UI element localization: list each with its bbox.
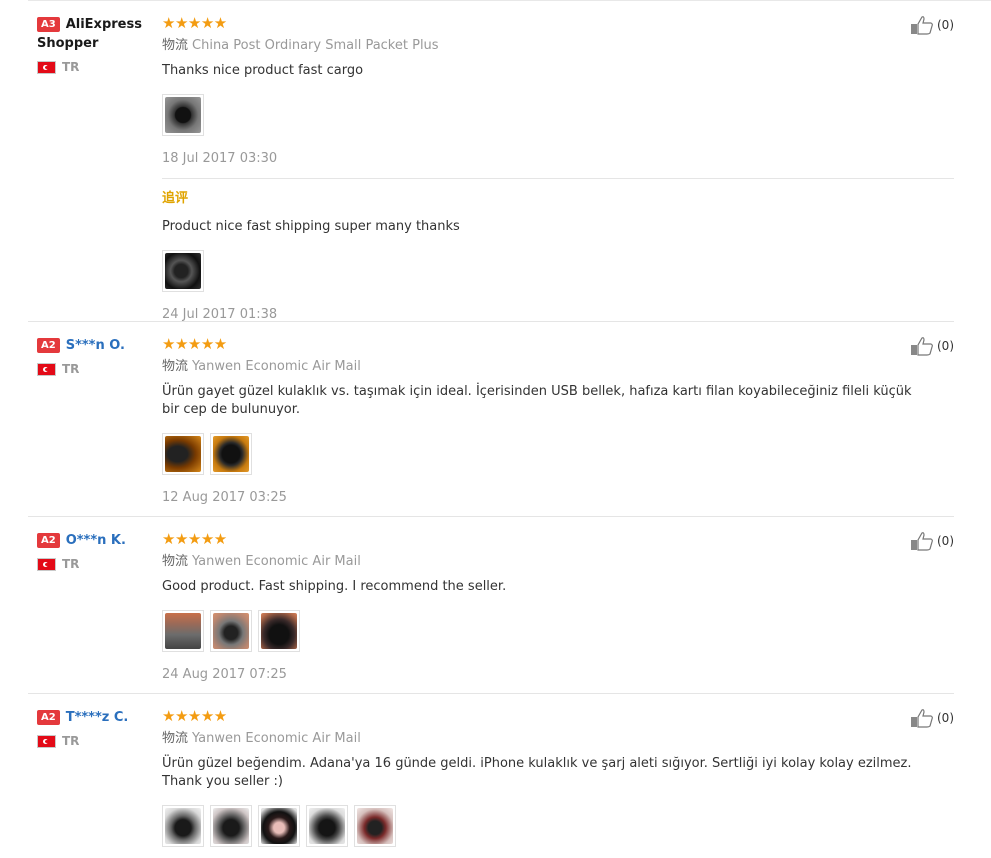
append-review-text: Product nice fast shipping super many th… <box>162 219 460 234</box>
top-divider <box>28 0 991 1</box>
country-code: TR <box>62 362 80 376</box>
reviewer-info: A2 O***n K. TR <box>37 531 152 571</box>
helpful-button[interactable]: (0) <box>910 15 954 35</box>
reviewer-name[interactable]: S***n O. <box>66 338 125 353</box>
logistics-info: 物流 Yanwen Economic Air Mail <box>162 553 954 571</box>
logistics-label: 物流 <box>162 38 189 53</box>
level-badge: A2 <box>37 533 60 548</box>
review-photo-thumbnail[interactable] <box>162 610 204 652</box>
review-photos <box>162 94 954 136</box>
thumbs-up-icon <box>911 709 933 728</box>
reviewer-country: TR <box>37 557 152 571</box>
review-body: ★★★★★ 物流 Yanwen Economic Air Mail Ürün ga… <box>162 336 954 507</box>
star-rating: ★★★★★ <box>162 707 227 725</box>
review-text: Good product. Fast shipping. I recommend… <box>162 579 507 594</box>
review-photo-thumbnail[interactable] <box>210 433 252 475</box>
review-item: A2 T****z C. TR ★★★★★ 物流 Yanwen Economic A… <box>28 708 954 858</box>
thumbs-up-icon <box>911 532 933 551</box>
review-photo-thumbnail[interactable] <box>162 250 204 292</box>
review-body: ★★★★★ 物流 Yanwen Economic Air Mail Good pr… <box>162 531 954 684</box>
logistics-method: Yanwen Economic Air Mail <box>192 359 361 374</box>
review-date: 18 Jul 2017 03:30 <box>162 151 278 166</box>
country-code: TR <box>62 734 80 748</box>
reviewer-info: A3 AliExpress Shopper TR <box>37 15 152 74</box>
logistics-label: 物流 <box>162 554 189 569</box>
level-badge: A3 <box>37 17 60 32</box>
review-photo-thumbnail[interactable] <box>162 94 204 136</box>
append-divider <box>162 178 954 179</box>
reviewer-info: A2 S***n O. TR <box>37 336 152 376</box>
review-body: ★★★★★ 物流 China Post Ordinary Small Packet… <box>162 15 954 324</box>
reviewer-name[interactable]: T****z C. <box>66 710 129 725</box>
review-photo-thumbnail[interactable] <box>210 610 252 652</box>
logistics-info: 物流 Yanwen Economic Air Mail <box>162 358 954 376</box>
append-review-title: 追评 <box>162 191 189 206</box>
star-rating: ★★★★★ <box>162 335 227 353</box>
review-photo-thumbnail[interactable] <box>258 805 300 847</box>
review-item: A2 O***n K. TR ★★★★★ 物流 Yanwen Economic Ai… <box>28 531 954 694</box>
review-photo-thumbnail[interactable] <box>258 610 300 652</box>
level-badge: A2 <box>37 338 60 353</box>
review-photo-thumbnail[interactable] <box>306 805 348 847</box>
review-photo-thumbnail[interactable] <box>162 805 204 847</box>
review-text: Ürün güzel beğendim. Adana'ya 16 günde g… <box>162 756 912 789</box>
review-item: A2 S***n O. TR ★★★★★ 物流 Yanwen Economic Ai… <box>28 336 954 517</box>
helpful-button[interactable]: (0) <box>910 708 954 728</box>
logistics-label: 物流 <box>162 359 189 374</box>
reviewer-country: TR <box>37 60 152 74</box>
country-code: TR <box>62 60 80 74</box>
logistics-method: Yanwen Economic Air Mail <box>192 554 361 569</box>
reviewer-country: TR <box>37 362 152 376</box>
review-photo-thumbnail[interactable] <box>354 805 396 847</box>
turkey-flag-icon <box>37 557 56 571</box>
logistics-method: Yanwen Economic Air Mail <box>192 731 361 746</box>
review-photo-thumbnail[interactable] <box>162 433 204 475</box>
star-rating: ★★★★★ <box>162 530 227 548</box>
review-text: Ürün gayet güzel kulaklık vs. taşımak iç… <box>162 384 912 417</box>
thumbs-up-icon <box>911 16 933 35</box>
reviewer-name-row: A2 S***n O. <box>37 336 152 355</box>
star-rating: ★★★★★ <box>162 14 227 32</box>
reviewer-country: TR <box>37 734 152 748</box>
review-body: ★★★★★ 物流 Yanwen Economic Air Mail Ürün gü… <box>162 708 954 847</box>
helpful-count: (0) <box>937 534 954 548</box>
review-photos <box>162 805 954 847</box>
logistics-info: 物流 China Post Ordinary Small Packet Plus <box>162 37 954 55</box>
review-date: 12 Aug 2017 03:25 <box>162 490 287 505</box>
helpful-count: (0) <box>937 18 954 32</box>
logistics-method: China Post Ordinary Small Packet Plus <box>192 38 439 53</box>
turkey-flag-icon <box>37 362 56 376</box>
review-item: A3 AliExpress Shopper TR ★★★★★ 物流 China Po… <box>28 15 954 322</box>
review-photo-thumbnail[interactable] <box>210 805 252 847</box>
review-photos <box>162 433 954 475</box>
helpful-count: (0) <box>937 711 954 725</box>
review-text: Thanks nice product fast cargo <box>162 63 364 78</box>
append-review-date: 24 Jul 2017 01:38 <box>162 307 278 322</box>
helpful-button[interactable]: (0) <box>910 531 954 551</box>
thumbs-up-icon <box>911 337 933 356</box>
reviewer-name-row: A2 T****z C. <box>37 708 152 727</box>
reviewer-name[interactable]: O***n K. <box>66 533 126 548</box>
country-code: TR <box>62 557 80 571</box>
logistics-label: 物流 <box>162 731 189 746</box>
turkey-flag-icon <box>37 734 56 748</box>
append-photos <box>162 250 954 292</box>
logistics-info: 物流 Yanwen Economic Air Mail <box>162 730 954 748</box>
helpful-button[interactable]: (0) <box>910 336 954 356</box>
review-date: 24 Aug 2017 07:25 <box>162 667 287 682</box>
helpful-count: (0) <box>937 339 954 353</box>
review-photos <box>162 610 954 652</box>
reviewer-info: A2 T****z C. TR <box>37 708 152 748</box>
turkey-flag-icon <box>37 60 56 74</box>
reviewer-name-row: A2 O***n K. <box>37 531 152 550</box>
reviewer-name-row: A3 AliExpress Shopper <box>37 15 152 53</box>
level-badge: A2 <box>37 710 60 725</box>
